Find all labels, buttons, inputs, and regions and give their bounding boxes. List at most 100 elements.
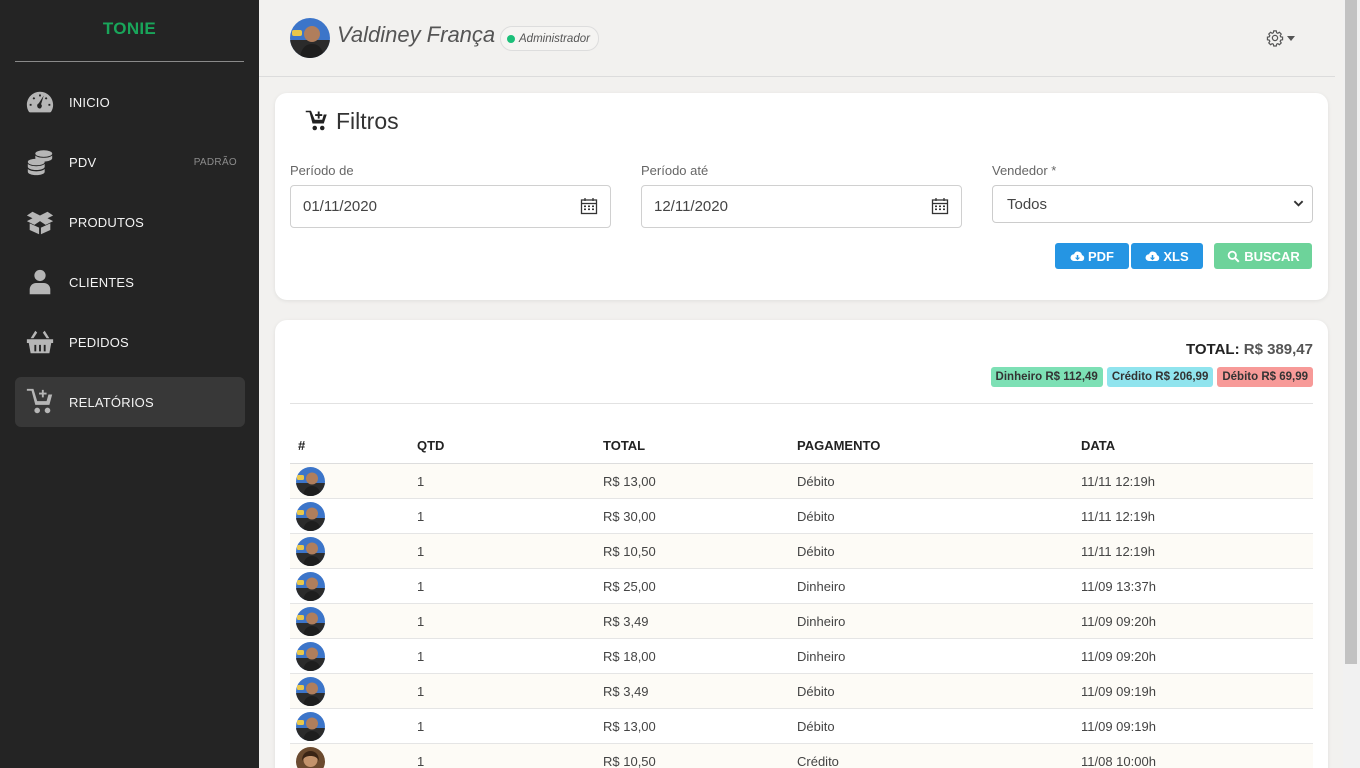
column-header-date[interactable]: DATA [1081, 438, 1313, 453]
user-avatar[interactable] [290, 18, 330, 58]
row-avatar-cell [290, 676, 417, 706]
pdv-badge: PADRÃO [193, 156, 237, 168]
search-button[interactable]: BUSCAR [1214, 243, 1312, 269]
sidebar-item-label: RELATÓRIOS [69, 394, 154, 410]
sidebar-item-pdv[interactable]: PDV PADRÃO [15, 137, 245, 187]
table-header: # QTD TOTAL PAGAMENTO DATA [290, 428, 1313, 464]
total-cell: R$ 30,00 [603, 508, 656, 524]
sidebar-item-pedidos[interactable]: PEDIDOS [15, 317, 245, 367]
calendar-icon[interactable] [580, 197, 598, 215]
sidebar-item-label: PDV [69, 154, 97, 170]
settings-dropdown[interactable] [1266, 29, 1295, 47]
payment-cell: Débito [797, 718, 835, 734]
qtd-cell: 1 [417, 648, 425, 664]
orders-table: # QTD TOTAL PAGAMENTO DATA 1 R$ 13,00 Débi… [290, 428, 1313, 768]
total-summary: TOTAL: R$ 389,47 [1186, 341, 1313, 358]
seller-avatar [296, 536, 325, 566]
sidebar-item-label: PRODUTOS [69, 214, 145, 230]
role-label: Administrador [519, 32, 590, 45]
payment-cell: Débito [797, 683, 835, 699]
table-row[interactable]: 1 R$ 30,00 Débito 11/11 12:19h [290, 499, 1313, 534]
row-avatar-cell [290, 641, 417, 671]
date-cell: 11/09 09:20h [1081, 613, 1156, 629]
calendar-icon[interactable] [931, 197, 949, 215]
seller-avatar [296, 466, 325, 496]
qtd-cell: 1 [417, 578, 425, 594]
total-label: TOTAL: [1185, 341, 1240, 358]
sidebar-item-produtos[interactable]: PRODUTOS [15, 197, 245, 247]
row-avatar-cell [290, 536, 417, 566]
payment-cell: Dinheiro [797, 613, 846, 629]
box-icon [25, 207, 55, 237]
date-cell: 11/08 10:00h [1081, 753, 1156, 768]
table-row[interactable]: 1 R$ 18,00 Dinheiro 11/09 09:20h [290, 639, 1313, 674]
period-from-value: 01/11/2020 [303, 198, 377, 215]
date-cell: 11/11 12:19h [1081, 508, 1155, 524]
topbar: Valdiney França Administrador [259, 0, 1335, 77]
sidebar-item-clientes[interactable]: CLIENTES [15, 257, 245, 307]
cart-plus-icon [305, 110, 327, 130]
page-scrollbar[interactable] [1343, 0, 1360, 768]
column-header-payment[interactable]: PAGAMENTO [797, 438, 1081, 453]
divider [290, 403, 1313, 404]
table-row[interactable]: 1 R$ 10,50 Débito 11/11 12:19h [290, 534, 1313, 569]
export-pdf-button[interactable]: PDF [1055, 243, 1129, 269]
seller-avatar [296, 676, 325, 706]
total-cell: R$ 13,00 [603, 718, 656, 734]
total-cell: R$ 18,00 [603, 648, 656, 664]
payment-cell: Débito [797, 508, 835, 524]
cloud-download-icon [1145, 251, 1160, 261]
period-from-input[interactable]: 01/11/2020 [290, 185, 611, 228]
credit-total-badge: Crédito R$ 206,99 [1106, 367, 1214, 387]
total-cell: R$ 3,49 [603, 613, 649, 629]
total-cell: R$ 3,49 [603, 683, 649, 699]
qtd-cell: 1 [417, 543, 425, 559]
basket-icon [25, 327, 55, 357]
seller-avatar [296, 606, 325, 636]
seller-avatar [296, 711, 325, 741]
qtd-cell: 1 [417, 753, 425, 768]
period-to-input[interactable]: 12/11/2020 [641, 185, 962, 228]
qtd-cell: 1 [417, 613, 425, 629]
date-cell: 11/11 12:19h [1081, 473, 1155, 489]
payment-totals: Dinheiro R$ 112,49 Crédito R$ 206,99 Déb… [990, 367, 1313, 387]
qtd-cell: 1 [417, 683, 425, 699]
seller-select[interactable]: Todos [992, 185, 1313, 223]
period-to-label: Período até [641, 163, 709, 178]
qtd-cell: 1 [417, 473, 425, 489]
sidebar-item-inicio[interactable]: INICIO [15, 77, 245, 127]
row-avatar-cell [290, 501, 417, 531]
qtd-cell: 1 [417, 718, 425, 734]
table-row[interactable]: 1 R$ 25,00 Dinheiro 11/09 13:37h [290, 569, 1313, 604]
filters-title: Filtros [305, 108, 399, 135]
column-header-id[interactable]: # [290, 438, 417, 453]
search-label: BUSCAR [1244, 248, 1300, 264]
sidebar-item-label: PEDIDOS [69, 334, 129, 350]
export-xls-button[interactable]: XLS [1131, 243, 1203, 269]
row-avatar-cell [290, 571, 417, 601]
cart-plus-icon [25, 387, 55, 417]
pdf-label: PDF [1088, 248, 1114, 264]
seller-avatar [296, 501, 325, 531]
scrollbar-thumb[interactable] [1345, 0, 1357, 664]
brand: TONIE [15, 0, 244, 62]
cloud-download-icon [1070, 251, 1085, 261]
column-header-qtd[interactable]: QTD [417, 438, 603, 453]
chevron-down-icon [1293, 200, 1304, 207]
online-status-dot [507, 34, 515, 43]
payment-cell: Débito [797, 543, 835, 559]
brand-logo-text[interactable]: TONIE [103, 19, 156, 39]
date-cell: 11/11 12:19h [1081, 543, 1155, 559]
table-row[interactable]: 1 R$ 13,00 Débito 11/09 09:19h [290, 709, 1313, 744]
total-cell: R$ 10,50 [603, 543, 656, 559]
table-row[interactable]: 1 R$ 13,00 Débito 11/11 12:19h [290, 464, 1313, 499]
gear-icon [1266, 30, 1284, 47]
column-header-total[interactable]: TOTAL [603, 438, 797, 453]
cash-total-badge: Dinheiro R$ 112,49 [990, 367, 1103, 387]
table-row[interactable]: 1 R$ 3,49 Débito 11/09 09:19h [290, 674, 1313, 709]
table-row[interactable]: 1 R$ 10,50 Crédito 11/08 10:00h [290, 744, 1313, 768]
row-avatar-cell [290, 711, 417, 741]
debit-total-badge: Débito R$ 69,99 [1217, 367, 1313, 387]
table-row[interactable]: 1 R$ 3,49 Dinheiro 11/09 09:20h [290, 604, 1313, 639]
sidebar-item-relatorios[interactable]: RELATÓRIOS [15, 377, 245, 427]
